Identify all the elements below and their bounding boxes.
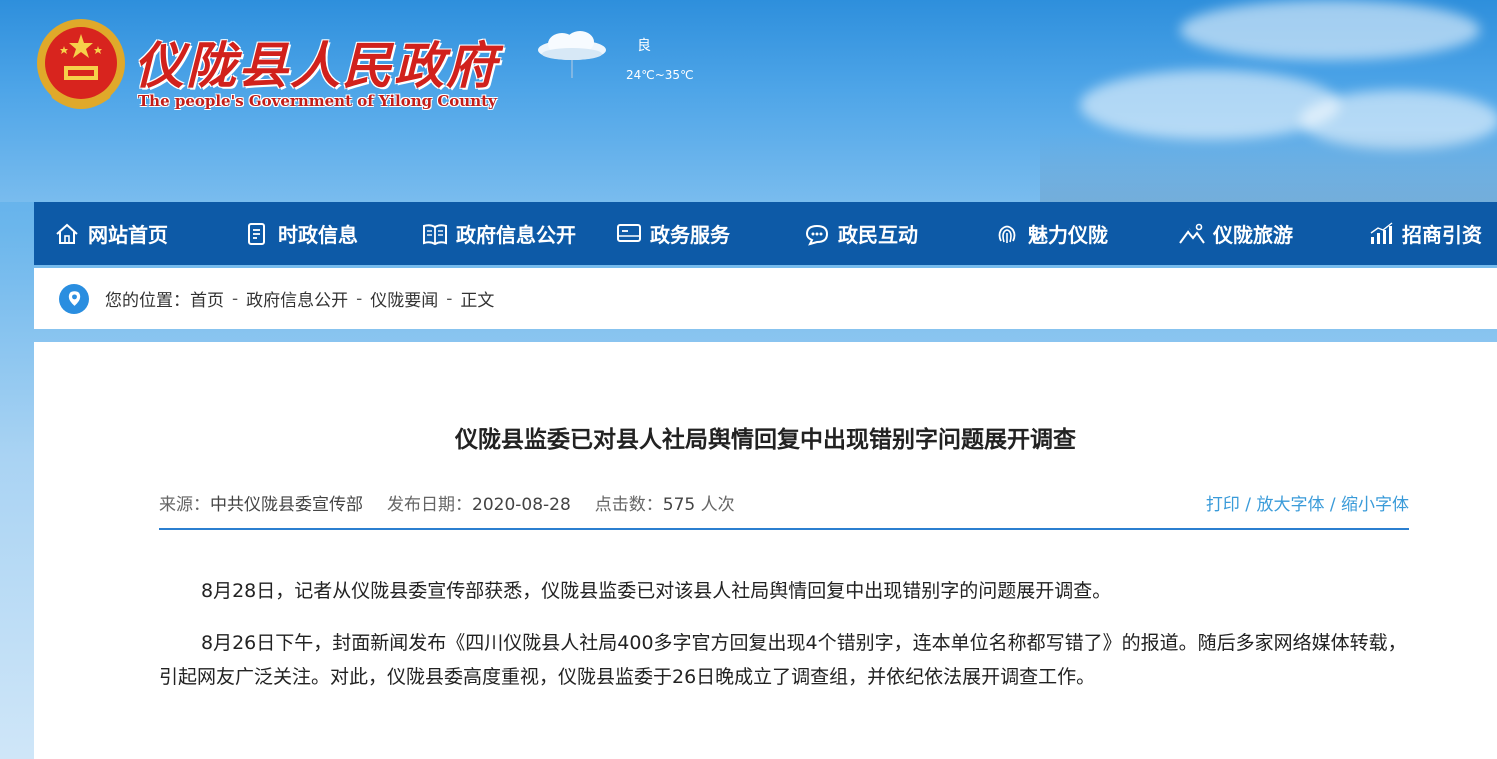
article-paragraph: 8月28日，记者从仪陇县委宣传部获悉，仪陇县监委已对该县人社局舆情回复中出现错别… (201, 580, 1112, 602)
clicks-unit: 人次 (700, 495, 735, 515)
mountain-icon (1179, 223, 1205, 244)
enlarge-font-link[interactable]: 放大字体 (1256, 495, 1324, 515)
breadcrumb-separator: - (446, 288, 453, 309)
article-container: 仪陇县监委已对县人社局舆情回复中出现错别字问题展开调查 来源：中共仪陇县委宣传部… (34, 342, 1497, 759)
chat-icon (805, 224, 829, 246)
book-icon (423, 223, 447, 245)
article-tools: 打印 / 放大字体 / 缩小字体 (1206, 490, 1409, 515)
nav-item-investment[interactable]: 招商引资 (1368, 202, 1482, 265)
clicks-value: 575 (662, 495, 696, 515)
breadcrumb-prefix: 您的位置： (105, 291, 190, 311)
tools-separator: / (1324, 495, 1341, 515)
chart-icon (1370, 221, 1393, 244)
print-link[interactable]: 打印 (1206, 495, 1240, 515)
nav-item-label: 网站首页 (88, 223, 168, 247)
nav-item-services[interactable]: 政务服务 (616, 202, 730, 265)
breadcrumb-info-disclosure[interactable]: 政府信息公开 (246, 286, 348, 311)
nav-item-charm[interactable]: 魅力仪陇 (994, 202, 1108, 265)
home-icon (56, 223, 78, 244)
article-meta: 来源：中共仪陇县委宣传部 发布日期：2020-08-28 点击数：575 人次 (159, 490, 735, 515)
shrink-font-link[interactable]: 缩小字体 (1341, 495, 1409, 515)
nav-item-tourism[interactable]: 仪陇旅游 (1179, 202, 1293, 265)
breadcrumb: 您的位置： 首页 - 政府信息公开 - 仪陇要闻 - 正文 (34, 268, 1497, 329)
nav-item-label: 政民互动 (838, 223, 918, 247)
tools-separator: / (1239, 495, 1257, 515)
source-label: 来源： (159, 495, 210, 515)
nav-item-label: 魅力仪陇 (1028, 223, 1108, 247)
breadcrumb-separator: - (356, 288, 363, 309)
nav-item-politics[interactable]: 时政信息 (244, 202, 358, 265)
nav-item-label: 政府信息公开 (456, 223, 576, 247)
nav-item-label: 时政信息 (278, 223, 358, 247)
tree-silhouette (1040, 130, 1497, 202)
date-label: 发布日期： (387, 495, 472, 515)
source-value: 中共仪陇县委宣传部 (210, 495, 363, 515)
nav-item-home[interactable]: 网站首页 (54, 202, 168, 265)
site-header: 仪陇县人民政府 The people's Government of Yilon… (0, 0, 1497, 202)
air-quality: 良 (637, 38, 651, 54)
nav-item-info-disclosure[interactable]: 政府信息公开 (422, 202, 576, 265)
breadcrumb-news[interactable]: 仪陇要闻 (370, 286, 438, 311)
national-emblem-icon[interactable] (34, 16, 128, 114)
nav-item-label: 仪陇旅游 (1213, 223, 1293, 247)
site-subtitle: The people's Government of Yilong County (138, 92, 497, 110)
fingerprint-icon (998, 225, 1016, 243)
main-nav: 网站首页 时政信息 政府信息公开 政务服务 政民互动 魅力仪陇 仪陇旅游 招商引… (34, 202, 1497, 265)
location-pin-icon (59, 283, 89, 314)
breadcrumb-separator: - (232, 288, 239, 309)
temperature: 24℃~35℃ (626, 68, 694, 82)
nav-item-interaction[interactable]: 政民互动 (804, 202, 918, 265)
date-value: 2020-08-28 (472, 495, 571, 515)
breadcrumb-home[interactable]: 首页 (190, 286, 224, 311)
document-icon (248, 222, 265, 245)
site-title: 仪陇县人民政府 (134, 36, 498, 95)
article-paragraph: 8月26日下午，封面新闻发布《四川仪陇县人社局400多字官方回复出现4个错别字，… (159, 632, 1407, 688)
clicks-label: 点击数： (594, 495, 663, 515)
divider (159, 528, 1409, 530)
cloud-icon (538, 31, 606, 78)
cloud-decoration (1180, 0, 1480, 60)
breadcrumb-current: 正文 (460, 291, 495, 311)
article-title: 仪陇县监委已对县人社局舆情回复中出现错别字问题展开调查 (455, 427, 1076, 453)
nav-item-label: 政务服务 (650, 223, 730, 247)
monitor-icon (617, 223, 641, 242)
nav-item-label: 招商引资 (1402, 223, 1482, 247)
